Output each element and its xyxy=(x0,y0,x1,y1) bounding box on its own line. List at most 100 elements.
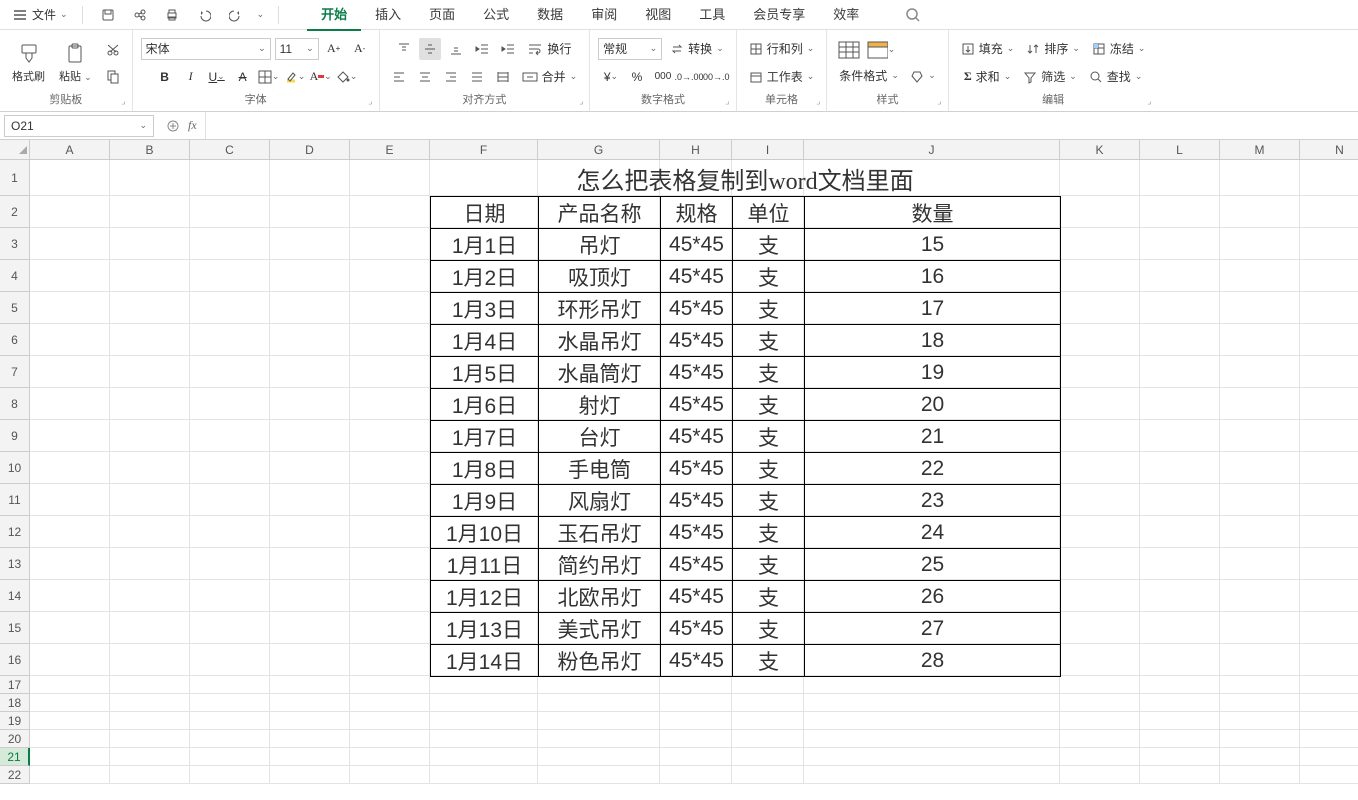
freeze-button[interactable]: 冻结⌄ xyxy=(1088,38,1150,60)
cell[interactable] xyxy=(538,730,660,748)
cell[interactable] xyxy=(110,548,190,580)
cell[interactable] xyxy=(660,730,732,748)
cell[interactable] xyxy=(350,580,430,612)
number-format-select[interactable]: 常规⌄ xyxy=(598,38,662,60)
cell[interactable] xyxy=(30,730,110,748)
print-icon[interactable] xyxy=(161,4,183,26)
table-cell[interactable]: 1月6日 xyxy=(431,389,539,421)
cell[interactable] xyxy=(350,292,430,324)
table-cell[interactable]: 北欧吊灯 xyxy=(539,581,661,613)
cell[interactable] xyxy=(110,452,190,484)
cell[interactable] xyxy=(1300,484,1358,516)
cell[interactable] xyxy=(1060,228,1140,260)
column-header[interactable]: H xyxy=(660,140,732,160)
cell[interactable] xyxy=(1300,420,1358,452)
cell[interactable] xyxy=(660,748,732,766)
font-name-select[interactable]: 宋体⌄ xyxy=(141,38,271,60)
conditional-format-button[interactable]: 条件格式⌄ ⌄ xyxy=(835,65,939,87)
table-style-icon[interactable] xyxy=(835,39,863,61)
fx-icon[interactable]: fx xyxy=(188,118,197,133)
cell[interactable] xyxy=(190,260,270,292)
row-header[interactable]: 1 xyxy=(0,160,30,196)
app-menu-button[interactable]: 文件 ⌄ xyxy=(6,4,74,25)
cell[interactable] xyxy=(1140,766,1220,784)
cell[interactable] xyxy=(1140,712,1220,730)
paste-button[interactable]: 粘贴 ⌄ xyxy=(55,40,96,86)
cell[interactable] xyxy=(350,748,430,766)
cell[interactable] xyxy=(538,712,660,730)
cell[interactable] xyxy=(110,292,190,324)
table-cell[interactable]: 吊灯 xyxy=(539,229,661,261)
underline-button[interactable]: U ⌄ xyxy=(206,66,228,88)
table-cell[interactable]: 粉色吊灯 xyxy=(539,645,661,677)
table-cell[interactable]: 28 xyxy=(805,645,1061,677)
cell[interactable] xyxy=(110,580,190,612)
table-cell[interactable]: 支 xyxy=(733,421,805,453)
cell[interactable] xyxy=(804,712,1060,730)
align-top-icon[interactable] xyxy=(393,38,415,60)
cell[interactable] xyxy=(270,644,350,676)
cell[interactable] xyxy=(660,676,732,694)
cell[interactable] xyxy=(430,676,538,694)
table-cell[interactable]: 1月12日 xyxy=(431,581,539,613)
table-cell[interactable]: 45*45 xyxy=(661,613,733,645)
table-cell[interactable]: 19 xyxy=(805,357,1061,389)
table-cell[interactable]: 1月14日 xyxy=(431,645,539,677)
cell[interactable] xyxy=(1220,612,1300,644)
cell[interactable] xyxy=(1140,612,1220,644)
cell[interactable] xyxy=(190,766,270,784)
cell[interactable] xyxy=(270,260,350,292)
search-button[interactable] xyxy=(897,3,929,27)
row-header[interactable]: 17 xyxy=(0,676,30,694)
row-header[interactable]: 9 xyxy=(0,420,30,452)
table-cell[interactable]: 玉石吊灯 xyxy=(539,517,661,549)
cell[interactable] xyxy=(1060,420,1140,452)
cell[interactable] xyxy=(350,694,430,712)
table-cell[interactable]: 水晶吊灯 xyxy=(539,325,661,357)
table-cell[interactable]: 支 xyxy=(733,485,805,517)
cell[interactable] xyxy=(732,748,804,766)
cell[interactable] xyxy=(30,694,110,712)
cell[interactable] xyxy=(270,580,350,612)
cell[interactable] xyxy=(1140,260,1220,292)
clear-format-icon[interactable] xyxy=(910,69,924,83)
cell[interactable] xyxy=(1300,196,1358,228)
cell[interactable] xyxy=(1140,324,1220,356)
cell[interactable] xyxy=(1300,612,1358,644)
column-header[interactable]: A xyxy=(30,140,110,160)
cell[interactable] xyxy=(1220,712,1300,730)
table-header-cell[interactable]: 规格 xyxy=(661,197,733,229)
decrease-decimal-icon[interactable]: .00→.0 xyxy=(704,66,726,88)
cell[interactable] xyxy=(190,160,270,196)
row-header[interactable]: 12 xyxy=(0,516,30,548)
cell[interactable] xyxy=(538,676,660,694)
cell[interactable] xyxy=(1300,580,1358,612)
table-cell[interactable]: 45*45 xyxy=(661,517,733,549)
cell[interactable] xyxy=(350,484,430,516)
table-cell[interactable]: 支 xyxy=(733,613,805,645)
cell[interactable] xyxy=(1220,548,1300,580)
cell[interactable] xyxy=(1220,516,1300,548)
table-cell[interactable]: 支 xyxy=(733,581,805,613)
highlight-button[interactable]: ⌄ xyxy=(284,66,306,88)
cell[interactable] xyxy=(350,712,430,730)
cell[interactable] xyxy=(1060,748,1140,766)
align-middle-icon[interactable] xyxy=(419,38,441,60)
table-cell[interactable]: 支 xyxy=(733,645,805,677)
cell[interactable] xyxy=(350,644,430,676)
cell[interactable] xyxy=(30,676,110,694)
table-cell[interactable]: 17 xyxy=(805,293,1061,325)
cell[interactable] xyxy=(1220,748,1300,766)
cell[interactable] xyxy=(1300,548,1358,580)
cell[interactable] xyxy=(1220,484,1300,516)
cell[interactable] xyxy=(350,516,430,548)
table-cell[interactable]: 16 xyxy=(805,261,1061,293)
cell[interactable] xyxy=(1300,694,1358,712)
cell[interactable] xyxy=(732,712,804,730)
table-cell[interactable]: 24 xyxy=(805,517,1061,549)
row-header[interactable]: 5 xyxy=(0,292,30,324)
table-cell[interactable]: 支 xyxy=(733,453,805,485)
cell[interactable] xyxy=(110,730,190,748)
table-cell[interactable]: 1月1日 xyxy=(431,229,539,261)
row-header[interactable]: 15 xyxy=(0,612,30,644)
